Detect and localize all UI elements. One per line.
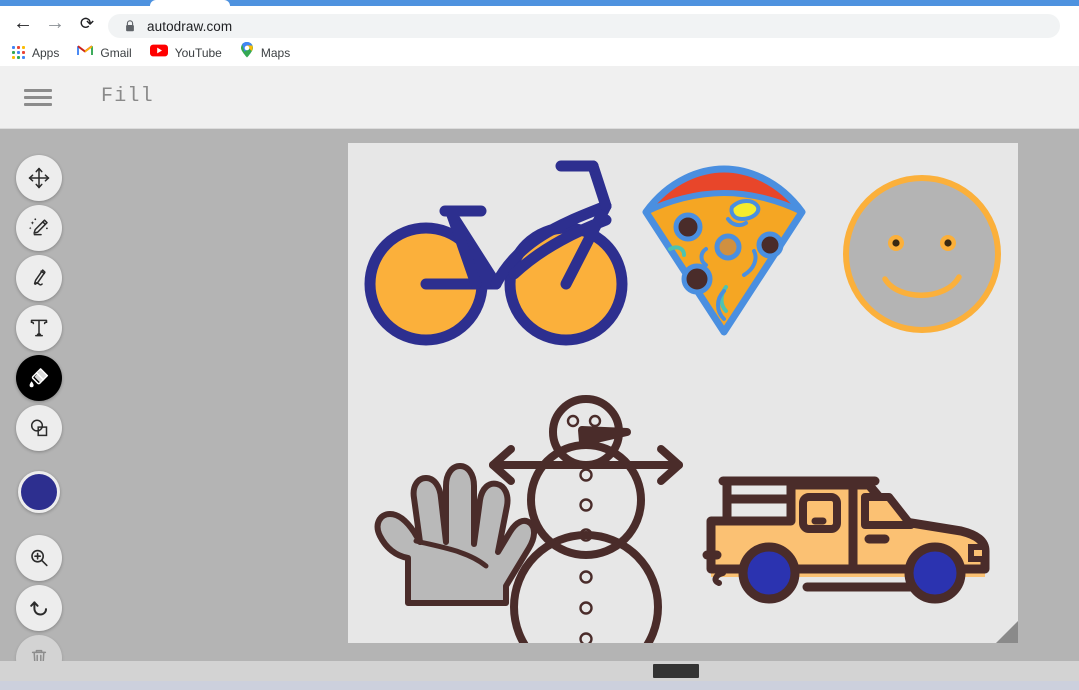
forward-arrow-icon: → xyxy=(45,12,65,34)
tool-autodraw-button[interactable] xyxy=(16,205,62,251)
drawing-canvas[interactable] xyxy=(348,143,1018,683)
drawing-pickup-truck xyxy=(702,476,990,604)
tools-toolbar xyxy=(16,155,62,681)
bookmark-label: Maps xyxy=(260,45,291,60)
tool-zoom-button[interactable] xyxy=(16,535,62,581)
reload-button[interactable]: ⟳ xyxy=(76,12,98,34)
color-swatch-button[interactable] xyxy=(18,471,60,513)
hamburger-line xyxy=(24,89,52,92)
drawing-bicycle xyxy=(364,160,628,346)
gmail-icon xyxy=(77,44,94,62)
tool-draw-button[interactable] xyxy=(16,255,62,301)
tool-fill-button[interactable] xyxy=(16,355,62,401)
text-t-icon xyxy=(30,319,48,337)
bookmark-maps[interactable]: Maps xyxy=(234,39,296,66)
tool-undo-button[interactable] xyxy=(16,585,62,631)
horizontal-scrollbar-thumb[interactable] xyxy=(653,664,699,678)
drawing-smiley-face xyxy=(843,175,1001,333)
bookmark-label: Gmail xyxy=(100,45,132,60)
bookmark-label: Apps xyxy=(32,45,60,60)
move-arrows-icon xyxy=(28,167,50,189)
bookmark-youtube[interactable]: YouTube xyxy=(144,39,228,66)
back-button[interactable]: ← xyxy=(12,12,34,34)
taskbar-strip xyxy=(0,681,1079,690)
drawing-pizza-slice xyxy=(642,165,806,336)
apps-grid-icon xyxy=(12,46,25,59)
app-header xyxy=(0,66,1079,129)
bottom-bar xyxy=(0,661,1079,690)
undo-arrow-icon xyxy=(30,601,47,616)
bookmark-gmail[interactable]: Gmail xyxy=(71,39,137,66)
reload-icon: ⟳ xyxy=(79,13,95,33)
address-bar-url: autodraw.com xyxy=(147,18,233,34)
hamburger-menu-icon[interactable] xyxy=(24,87,52,108)
youtube-icon xyxy=(149,44,168,62)
address-bar[interactable]: autodraw.com xyxy=(108,14,1060,38)
bookmark-apps[interactable]: Apps xyxy=(6,39,65,66)
horizontal-scrollbar-track[interactable] xyxy=(0,661,1079,681)
back-arrow-icon: ← xyxy=(13,12,33,34)
bookmarks-bar: Apps Gmail YouTube Maps xyxy=(0,39,1079,66)
browser-toolbar: ← → ⟳ autodraw.com xyxy=(0,6,1079,39)
pen-icon xyxy=(33,269,46,286)
tool-select-button[interactable] xyxy=(16,155,62,201)
hamburger-line xyxy=(24,103,52,106)
page-title: Fill xyxy=(101,85,154,108)
magnifier-plus-icon xyxy=(31,549,48,567)
paint-bucket-icon xyxy=(29,368,49,388)
bookmark-label: YouTube xyxy=(174,45,222,60)
magic-pencil-icon xyxy=(28,218,48,236)
drawing-hand xyxy=(374,463,537,606)
tool-shape-button[interactable] xyxy=(16,405,62,451)
forward-button[interactable]: → xyxy=(44,12,66,34)
padlock-icon xyxy=(124,20,135,32)
canvas-drawings xyxy=(364,160,1001,683)
google-maps-pin-icon xyxy=(240,41,254,63)
tool-text-button[interactable] xyxy=(16,305,62,351)
hamburger-line xyxy=(24,96,52,99)
canvas-resize-handle[interactable] xyxy=(996,621,1018,643)
shapes-icon xyxy=(30,419,48,437)
